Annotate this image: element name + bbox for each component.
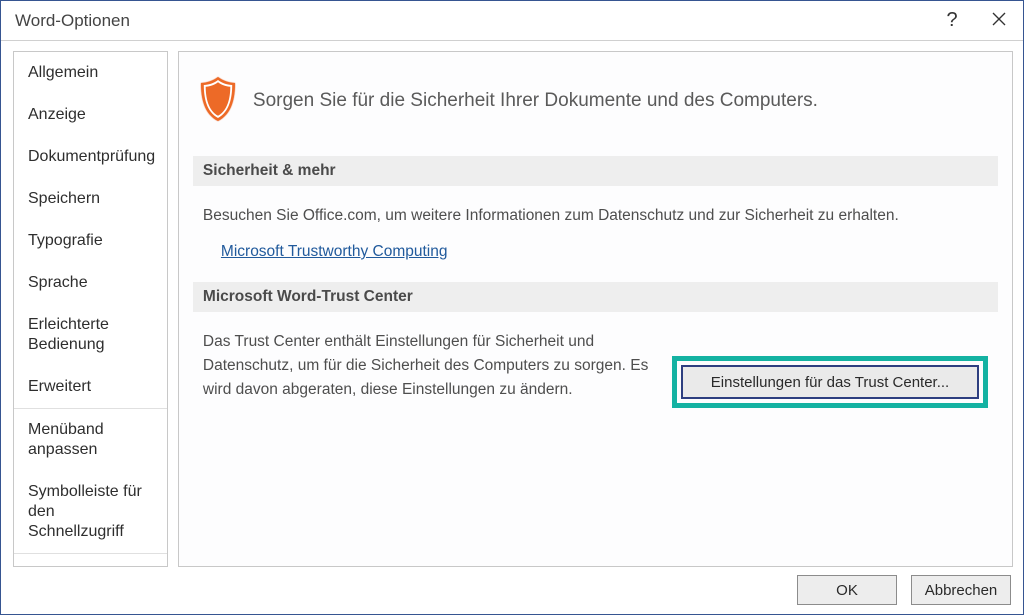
sidebar-item-anzeige[interactable]: Anzeige [14,94,167,136]
ok-button[interactable]: OK [797,575,897,605]
hero-row: Sorgen Sie für die Sicherheit Ihrer Doku… [193,66,998,148]
sidebar-item-label: Menüband anpassen [28,421,104,458]
dialog-window: Word-Optionen ? Allgemein Anzeige Dokume… [0,0,1024,615]
window-title: Word-Optionen [15,11,130,31]
sidebar-item-label: Erweitert [28,378,91,395]
shield-icon [197,74,239,128]
sidebar-item-dokumentpruefung[interactable]: Dokumentprüfung [14,136,167,178]
section-body-security-more: Besuchen Sie Office.com, um weitere Info… [193,194,998,274]
close-button[interactable] [975,1,1023,41]
sidebar-item-label: Allgemein [28,64,98,81]
section-body-trust-center: Das Trust Center enthält Einstellungen f… [193,320,998,414]
dialog-body: Allgemein Anzeige Dokumentprüfung Speich… [1,41,1023,567]
sidebar-item-erleichterte-bedienung[interactable]: Erleichterte Bedienung [14,304,167,366]
content-pane: Sorgen Sie für die Sicherheit Ihrer Doku… [178,51,1013,567]
sidebar-item-sprache[interactable]: Sprache [14,262,167,304]
sidebar-item-menueband-anpassen[interactable]: Menüband anpassen [14,409,167,471]
trust-center-button-highlight: Einstellungen für das Trust Center... [672,356,988,408]
help-icon: ? [946,9,957,32]
close-icon [992,10,1006,31]
section-header-trust-center: Microsoft Word-Trust Center [193,282,998,312]
hero-text: Sorgen Sie für die Sicherheit Ihrer Doku… [253,90,818,112]
trust-center-description: Das Trust Center enthält Einstellungen f… [203,330,654,402]
cancel-button[interactable]: Abbrechen [911,575,1011,605]
help-button[interactable]: ? [929,1,975,41]
sidebar-item-allgemein[interactable]: Allgemein [14,52,167,94]
sidebar-item-label: Erleichterte Bedienung [28,316,109,353]
sidebar-item-label: Typografie [28,232,103,249]
category-sidebar: Allgemein Anzeige Dokumentprüfung Speich… [13,51,168,567]
sidebar-item-label: Anzeige [28,106,86,123]
sidebar-item-label: Symbolleiste für den Schnellzugriff [28,483,142,540]
sidebar-item-label: Sprache [28,274,88,291]
sidebar-item-add-ins[interactable]: Add-Ins [14,554,167,567]
sidebar-item-label: Dokumentprüfung [28,148,155,165]
trustworthy-computing-link[interactable]: Microsoft Trustworthy Computing [221,240,448,264]
sidebar-item-erweitert[interactable]: Erweitert [14,366,167,408]
titlebar: Word-Optionen ? [1,1,1023,41]
dialog-footer: OK Abbrechen [1,567,1023,614]
section-header-security-more: Sicherheit & mehr [193,156,998,186]
sidebar-item-speichern[interactable]: Speichern [14,178,167,220]
trust-center-settings-button[interactable]: Einstellungen für das Trust Center... [681,365,979,399]
sidebar-item-schnellzugriff[interactable]: Symbolleiste für den Schnellzugriff [14,471,167,553]
sidebar-item-label: Speichern [28,190,100,207]
sidebar-item-typografie[interactable]: Typografie [14,220,167,262]
security-more-text: Besuchen Sie Office.com, um weitere Info… [203,204,988,228]
